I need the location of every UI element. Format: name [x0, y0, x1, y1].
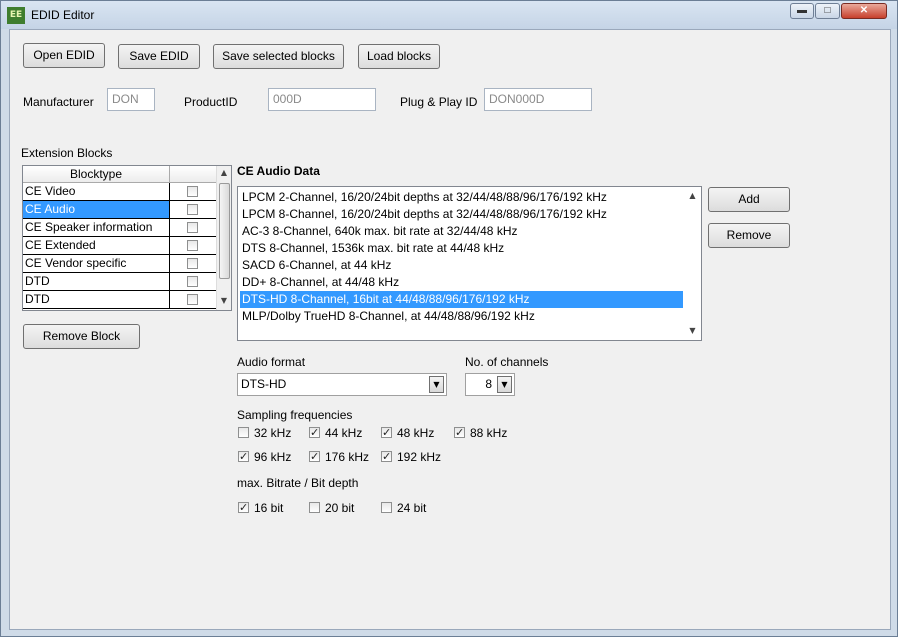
list-item[interactable]: AC-3 8-Channel, 640k max. bit rate at 32… — [240, 223, 683, 240]
checkbox-column-header — [170, 166, 216, 183]
checkbox-box[interactable] — [309, 449, 320, 465]
checkbox-box[interactable] — [381, 425, 392, 441]
blocks-scrollbar[interactable]: ▲ ▼ — [216, 166, 231, 310]
blocktype-cell[interactable]: CE Video — [23, 183, 170, 200]
edid-editor-window: EE EDID Editor ▬ □ ✕ Open EDID Save EDID… — [0, 0, 898, 637]
audio-format-value: DTS-HD — [241, 377, 287, 391]
block-checkbox[interactable] — [187, 186, 198, 197]
table-row[interactable]: CE Speaker information — [23, 219, 216, 237]
remove-audio-button[interactable]: Remove — [708, 223, 790, 248]
checkbox-box[interactable] — [381, 449, 392, 465]
scroll-down-icon[interactable]: ▼ — [217, 296, 231, 305]
table-row[interactable]: CE Video — [23, 183, 216, 201]
audio-scroll-down-icon[interactable]: ▼ — [684, 326, 701, 335]
list-item[interactable]: DD+ 8-Channel, at 44/48 kHz — [240, 274, 683, 291]
list-item[interactable]: DTS-HD 8-Channel, 16bit at 44/48/88/96/1… — [240, 291, 683, 308]
blocktype-cell[interactable]: DTD — [23, 273, 170, 290]
checkbox-label: 48 kHz — [397, 426, 435, 440]
block-checkbox[interactable] — [187, 294, 198, 305]
maximize-button[interactable]: □ — [815, 3, 840, 19]
list-item[interactable]: SACD 6-Channel, at 44 kHz — [240, 257, 683, 274]
open-edid-button[interactable]: Open EDID — [23, 43, 105, 68]
app-icon: EE — [7, 7, 25, 24]
sampling-frequencies-label: Sampling frequencies — [237, 408, 353, 422]
list-item[interactable]: LPCM 2-Channel, 16/20/24bit depths at 32… — [240, 189, 683, 206]
extension-blocks-label: Extension Blocks — [21, 146, 113, 160]
checkbox-box[interactable] — [238, 500, 249, 516]
checkbox-label: 176 kHz — [325, 450, 370, 464]
client-area: Open EDID Save EDID Save selected blocks… — [9, 29, 891, 630]
checkbox-label: 32 kHz — [254, 426, 292, 440]
checkbox-label: 88 kHz — [470, 426, 508, 440]
scroll-thumb[interactable] — [219, 183, 230, 279]
blocktype-column-header[interactable]: Blocktype — [23, 166, 170, 183]
chevron-down-icon[interactable]: ▼ — [429, 376, 444, 393]
extension-blocks-grid[interactable]: Blocktype CE Video CE Audio CE Speaker inf… — [22, 165, 232, 311]
audio-format-select[interactable]: DTS-HD ▼ — [237, 373, 447, 396]
pnp-id-field[interactable]: DON000D — [484, 88, 592, 111]
checkbox-label: 96 kHz — [254, 450, 292, 464]
blocktype-cell[interactable]: DTD — [23, 291, 170, 308]
title-bar[interactable]: EE EDID Editor ▬ □ ✕ — [1, 1, 897, 29]
table-row[interactable]: CE Vendor specific — [23, 255, 216, 273]
checkbox-label: 16 bit — [254, 501, 284, 515]
table-row[interactable]: CE Extended — [23, 237, 216, 255]
block-checkbox[interactable] — [187, 258, 198, 269]
save-edid-button[interactable]: Save EDID — [118, 44, 200, 69]
scroll-up-icon[interactable]: ▲ — [217, 168, 231, 177]
window-title: EDID Editor — [31, 8, 95, 22]
list-item[interactable]: DTS 8-Channel, 1536k max. bit rate at 44… — [240, 240, 683, 257]
productid-label: ProductID — [184, 95, 238, 109]
manufacturer-field[interactable]: DON — [107, 88, 155, 111]
blocktype-cell[interactable]: CE Extended — [23, 237, 170, 254]
table-row[interactable]: DTD — [23, 291, 216, 309]
blocktype-cell[interactable]: CE Speaker information — [23, 219, 170, 236]
save-selected-blocks-button[interactable]: Save selected blocks — [213, 44, 344, 69]
checkbox-label: 44 kHz — [325, 426, 363, 440]
close-button[interactable]: ✕ — [841, 3, 887, 19]
audio-scroll-up-icon[interactable]: ▲ — [684, 191, 701, 200]
chevron-down-icon[interactable]: ▼ — [497, 376, 512, 393]
blocktype-cell[interactable]: CE Vendor specific — [23, 255, 170, 272]
add-audio-button[interactable]: Add — [708, 187, 790, 212]
checkbox-label: 20 bit — [325, 501, 355, 515]
checkbox-box[interactable] — [309, 502, 320, 513]
checkbox-box[interactable] — [238, 427, 249, 438]
table-row[interactable]: CE Audio — [23, 201, 216, 219]
block-checkbox[interactable] — [187, 240, 198, 251]
blocktype-cell[interactable]: CE Audio — [23, 201, 170, 218]
audio-descriptor-list[interactable]: LPCM 2-Channel, 16/20/24bit depths at 32… — [237, 186, 702, 341]
checkbox-box[interactable] — [381, 502, 392, 513]
table-row[interactable]: DTD — [23, 273, 216, 291]
channels-select[interactable]: 8 ▼ — [465, 373, 515, 396]
channels-label: No. of channels — [465, 355, 549, 369]
checkbox-label: 24 bit — [397, 501, 427, 515]
checkbox-box[interactable] — [454, 425, 465, 441]
minimize-button[interactable]: ▬ — [790, 3, 814, 19]
manufacturer-label: Manufacturer — [23, 95, 94, 109]
ce-audio-data-title: CE Audio Data — [237, 164, 320, 178]
load-blocks-button[interactable]: Load blocks — [358, 44, 440, 69]
audio-list-scrollbar[interactable]: ▲ ▼ — [684, 187, 701, 340]
list-item[interactable]: MLP/Dolby TrueHD 8-Channel, at 44/48/88/… — [240, 308, 683, 325]
block-checkbox[interactable] — [187, 276, 198, 287]
channels-value: 8 — [485, 377, 492, 391]
block-checkbox[interactable] — [187, 222, 198, 233]
checkbox-label: 192 kHz — [397, 450, 442, 464]
productid-field[interactable]: 000D — [268, 88, 376, 111]
pnp-id-label: Plug & Play ID — [400, 95, 478, 109]
block-checkbox[interactable] — [187, 204, 198, 215]
checkbox-box[interactable] — [309, 425, 320, 441]
checkbox-box[interactable] — [238, 449, 249, 465]
audio-format-label: Audio format — [237, 355, 306, 369]
bitdepth-label: max. Bitrate / Bit depth — [237, 476, 359, 490]
remove-block-button[interactable]: Remove Block — [23, 324, 140, 349]
list-item[interactable]: LPCM 8-Channel, 16/20/24bit depths at 32… — [240, 206, 683, 223]
